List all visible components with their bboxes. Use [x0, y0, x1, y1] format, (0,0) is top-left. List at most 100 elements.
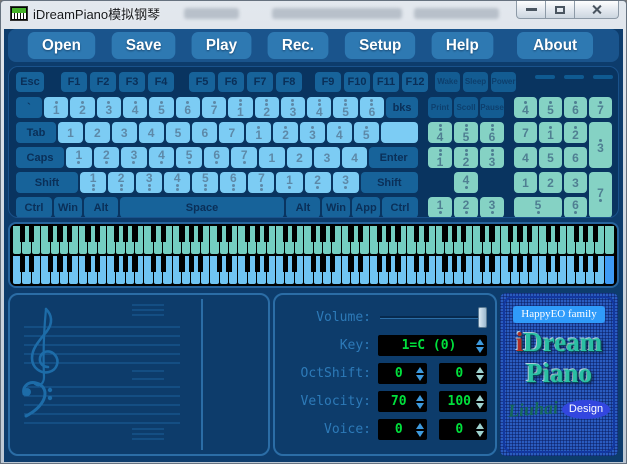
piano-key-black[interactable] [255, 256, 260, 272]
key-note-7-a1[interactable]: 7 [202, 97, 226, 118]
piano-key-black[interactable] [358, 256, 363, 272]
piano-key-black[interactable] [179, 256, 184, 272]
key-note-7[interactable]: 7 [514, 122, 537, 143]
piano-key-black[interactable] [292, 256, 297, 272]
key-note-2-b2[interactable]: 2 [108, 172, 134, 193]
piano-key-black[interactable] [123, 256, 128, 272]
key-f1[interactable]: F1 [61, 72, 87, 92]
piano-key-black[interactable] [424, 226, 429, 242]
key-note-2-a1[interactable]: 2 [564, 122, 587, 143]
spin-down-button[interactable] [476, 375, 484, 381]
key-note-4-a2[interactable]: 4 [307, 97, 331, 118]
piano-key-black[interactable] [226, 256, 231, 272]
piano-key-black[interactable] [311, 226, 316, 242]
piano-key-black[interactable] [85, 226, 90, 242]
piano-key-black[interactable] [161, 256, 166, 272]
menu-setup-button[interactable]: Setup [345, 32, 416, 59]
key-note-5-a2[interactable]: 5 [333, 97, 357, 118]
key-note-7-b2[interactable]: 7 [248, 172, 274, 193]
key-ctrl[interactable]: Ctrl [16, 197, 52, 218]
piano-key-black[interactable] [95, 226, 100, 242]
key-note-4-b2[interactable]: 4 [164, 172, 190, 193]
piano-key-black[interactable] [151, 226, 156, 242]
key-f2[interactable]: F2 [90, 72, 116, 92]
key-f12[interactable]: F12 [402, 72, 428, 92]
key-esc[interactable]: Esc [16, 72, 44, 92]
spin-up-button[interactable] [416, 423, 424, 429]
piano-key-black[interactable] [452, 256, 457, 272]
voice-right-field[interactable]: 0 [439, 419, 488, 440]
key-note-5[interactable]: 5 [166, 122, 191, 143]
key-note-5-b1[interactable]: 5 [514, 197, 562, 218]
piano-key-black[interactable] [283, 226, 288, 242]
key-f6[interactable]: F6 [218, 72, 244, 92]
piano-key-black[interactable] [489, 256, 494, 272]
piano-key-black[interactable] [217, 256, 222, 272]
spin-down-button[interactable] [476, 403, 484, 409]
key-note-1[interactable]: 1 [259, 147, 285, 168]
piano-key-black[interactable] [189, 256, 194, 272]
volume-slider-thumb[interactable] [478, 307, 487, 328]
piano-key-black[interactable] [48, 226, 53, 242]
piano-key-black[interactable] [226, 226, 231, 242]
piano-key-black[interactable] [348, 226, 353, 242]
piano-key-black[interactable] [358, 226, 363, 242]
velocity-right-field[interactable]: 100 [439, 391, 488, 412]
piano-key-black[interactable] [132, 256, 137, 272]
key-note-5-a1[interactable]: 5 [149, 97, 173, 118]
piano-key-black[interactable] [311, 256, 316, 272]
menu-open-button[interactable]: Open [28, 32, 95, 59]
spin-up-button[interactable] [416, 395, 424, 401]
spin-down-button[interactable] [416, 375, 424, 381]
spin-down-button[interactable] [416, 403, 424, 409]
piano-key-black[interactable] [442, 226, 447, 242]
key-note-4-a1[interactable]: 4 [514, 97, 537, 118]
piano-key-black[interactable] [489, 226, 494, 242]
piano-key-black[interactable] [593, 256, 598, 272]
key-note-4[interactable]: 4 [139, 122, 164, 143]
key-field[interactable]: 1=C (0) [378, 335, 487, 356]
menu-save-button[interactable]: Save [112, 32, 176, 59]
spin-up-button[interactable] [416, 367, 424, 373]
key-note-4[interactable]: 4 [514, 147, 537, 168]
piano-key-black[interactable] [593, 226, 598, 242]
key-note-1-b1[interactable]: 1 [428, 197, 452, 218]
key-note-5-b2[interactable]: 5 [192, 172, 218, 193]
voice-left-field[interactable]: 0 [378, 419, 427, 440]
key-alt[interactable]: Alt [84, 197, 118, 218]
key-caps[interactable]: Caps [16, 147, 64, 168]
piano-key-black[interactable] [132, 226, 137, 242]
piano-key-black[interactable] [452, 226, 457, 242]
piano-key-black[interactable] [461, 226, 466, 242]
key-note-1-b1[interactable]: 1 [66, 147, 92, 168]
piano-key-black[interactable] [57, 226, 62, 242]
piano-key-black[interactable] [189, 226, 194, 242]
piano-key-black[interactable] [67, 226, 72, 242]
piano-key-black[interactable] [123, 226, 128, 242]
key-note-1-a2[interactable]: 1 [428, 147, 452, 168]
menu-play-button[interactable]: Play [192, 32, 252, 59]
piano-key-black[interactable] [377, 226, 382, 242]
key-f3[interactable]: F3 [119, 72, 145, 92]
key-f10[interactable]: F10 [344, 72, 370, 92]
key-note-5-a2[interactable]: 5 [454, 122, 478, 143]
titlebar[interactable]: iDreamPiano模拟钢琴 [4, 1, 623, 26]
piano-key-black[interactable] [198, 256, 203, 272]
spin-down-button[interactable] [416, 431, 424, 437]
key-note-6-a1[interactable]: 6 [176, 97, 200, 118]
piano-key-black[interactable] [442, 256, 447, 272]
key-note-7-b1[interactable]: 7 [589, 172, 612, 218]
key-note-5-a1[interactable]: 5 [539, 97, 562, 118]
piano-key-black[interactable] [330, 256, 335, 272]
piano-key-black[interactable] [574, 256, 579, 272]
key-note-7[interactable]: 7 [219, 122, 244, 143]
key-note-2-a1[interactable]: 2 [273, 122, 298, 143]
key-note-6-b1[interactable]: 6 [204, 147, 230, 168]
piano-key-black[interactable] [583, 226, 588, 242]
piano-key-black[interactable] [217, 226, 222, 242]
minimize-button[interactable] [516, 1, 546, 19]
key-note-3-b1[interactable]: 3 [480, 197, 504, 218]
key-win[interactable]: Win [322, 197, 350, 218]
key-note-5[interactable]: 5 [539, 147, 562, 168]
piano-key-black[interactable] [414, 256, 419, 272]
